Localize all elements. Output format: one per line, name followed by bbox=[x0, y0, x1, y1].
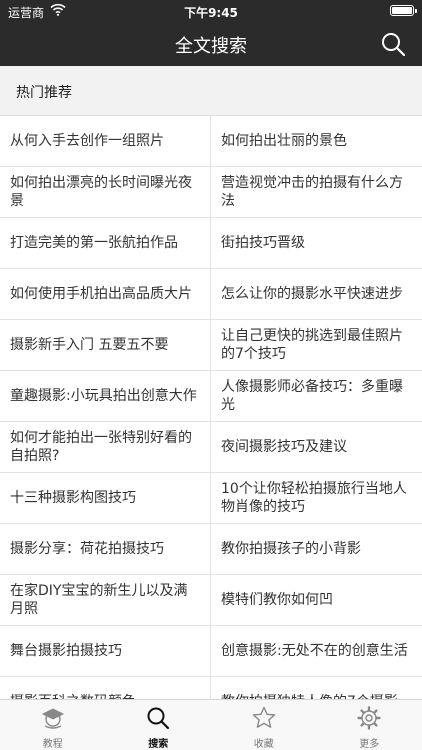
tab-label: 更多 bbox=[359, 739, 380, 750]
list-item[interactable]: 摄影百科之数码颜色 bbox=[0, 677, 211, 699]
tab-label: 教程 bbox=[42, 739, 63, 750]
list-item[interactable]: 如何拍出漂亮的长时间曝光夜景 bbox=[0, 167, 211, 217]
gear-icon bbox=[357, 706, 381, 730]
search-icon[interactable] bbox=[380, 31, 406, 57]
list-item[interactable]: 打造完美的第一张航拍作品 bbox=[0, 218, 211, 268]
list-row: 舞台摄影拍摄技巧 创意摄影:无处不在的创意生活 bbox=[0, 626, 422, 677]
list-item[interactable]: 人像摄影师必备技巧：多重曝光 bbox=[211, 371, 422, 421]
list-item[interactable]: 创意摄影:无处不在的创意生活 bbox=[211, 626, 422, 676]
list-item[interactable]: 怎么让你的摄影水平快速进步 bbox=[211, 269, 422, 319]
section-title: 热门推荐 bbox=[16, 85, 72, 101]
list-item[interactable]: 十三种摄影构图技巧 bbox=[0, 473, 211, 523]
list-item[interactable]: 10个让你轻松拍摄旅行当地人物肖像的技巧 bbox=[211, 473, 422, 523]
tab-label: 搜索 bbox=[148, 739, 169, 750]
page-title: 全文搜索 bbox=[175, 36, 247, 57]
graduation-cap-icon bbox=[41, 708, 64, 729]
section-header: 热门推荐 bbox=[0, 66, 422, 116]
list-item[interactable]: 教你拍摄孩子的小背影 bbox=[211, 524, 422, 574]
list-row: 摄影百科之数码颜色 教你拍摄独特人像的7个摄影 bbox=[0, 677, 422, 699]
search-icon bbox=[147, 707, 170, 730]
list-row: 童趣摄影:小玩具拍出创意大作 人像摄影师必备技巧：多重曝光 bbox=[0, 371, 422, 422]
tab-tutorial[interactable]: 教程 bbox=[0, 700, 106, 750]
status-bar: 运营商 下午9:45 bbox=[0, 0, 422, 22]
list-item[interactable]: 摄影分享：荷花拍摄技巧 bbox=[0, 524, 211, 574]
list-row: 在家DIY宝宝的新生儿以及满月照 模特们教你如何凹 bbox=[0, 575, 422, 626]
list-item[interactable]: 街拍技巧晋级 bbox=[211, 218, 422, 268]
list-item[interactable]: 模特们教你如何凹 bbox=[211, 575, 422, 625]
star-icon bbox=[252, 706, 275, 728]
list-row: 十三种摄影构图技巧 10个让你轻松拍摄旅行当地人物肖像的技巧 bbox=[0, 473, 422, 524]
tab-more[interactable]: 更多 bbox=[317, 700, 422, 750]
list-item[interactable]: 童趣摄影:小玩具拍出创意大作 bbox=[0, 371, 211, 421]
status-time: 下午9:45 bbox=[184, 6, 238, 20]
list-item[interactable]: 摄影新手入门 五要五不要 bbox=[0, 320, 211, 370]
list-item[interactable]: 如何拍出壮丽的景色 bbox=[211, 116, 422, 166]
list-item[interactable]: 教你拍摄独特人像的7个摄影 bbox=[211, 677, 422, 699]
tab-search[interactable]: 搜索 bbox=[106, 700, 212, 750]
list-row: 如何拍出漂亮的长时间曝光夜景 营造视觉冲击的拍摄有什么方法 bbox=[0, 167, 422, 218]
tab-label: 收藏 bbox=[253, 739, 274, 750]
list-row: 从何入手去创作一组照片 如何拍出壮丽的景色 bbox=[0, 116, 422, 167]
list-item[interactable]: 如何使用手机拍出高品质大片 bbox=[0, 269, 211, 319]
list-item[interactable]: 夜间摄影技巧及建议 bbox=[211, 422, 422, 472]
list-row: 如何使用手机拍出高品质大片 怎么让你的摄影水平快速进步 bbox=[0, 269, 422, 320]
list-item[interactable]: 在家DIY宝宝的新生儿以及满月照 bbox=[0, 575, 211, 625]
list-item[interactable]: 从何入手去创作一组照片 bbox=[0, 116, 211, 166]
recommendation-list: 从何入手去创作一组照片 如何拍出壮丽的景色 如何拍出漂亮的长时间曝光夜景 营造视… bbox=[0, 116, 422, 699]
list-row: 摄影分享：荷花拍摄技巧 教你拍摄孩子的小背影 bbox=[0, 524, 422, 575]
list-row: 打造完美的第一张航拍作品 街拍技巧晋级 bbox=[0, 218, 422, 269]
list-row: 摄影新手入门 五要五不要 让自己更快的挑选到最佳照片的7个技巧 bbox=[0, 320, 422, 371]
navigation-bar: 全文搜索 bbox=[0, 22, 422, 66]
list-item[interactable]: 如何才能拍出一张特别好看的自拍照? bbox=[0, 422, 211, 472]
tab-favorites[interactable]: 收藏 bbox=[211, 700, 317, 750]
battery-icon bbox=[390, 5, 417, 16]
tab-bar: 教程 搜索 收藏 更多 bbox=[0, 699, 422, 750]
list-row: 如何才能拍出一张特别好看的自拍照? 夜间摄影技巧及建议 bbox=[0, 422, 422, 473]
list-item[interactable]: 让自己更快的挑选到最佳照片的7个技巧 bbox=[211, 320, 422, 370]
list-item[interactable]: 营造视觉冲击的拍摄有什么方法 bbox=[211, 167, 422, 217]
list-item[interactable]: 舞台摄影拍摄技巧 bbox=[0, 626, 211, 676]
